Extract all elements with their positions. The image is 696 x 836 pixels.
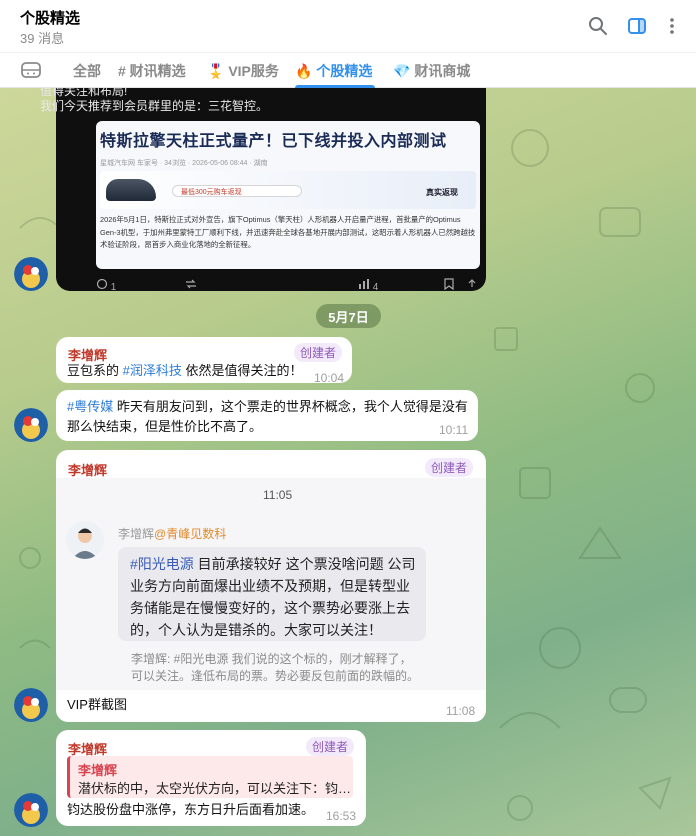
repost-icon[interactable] — [184, 278, 198, 293]
article-meta: 星城汽车网 车家号 · 34浏览 · 2026-05-06 08:44 · 湖南 — [100, 160, 268, 167]
message-count: 39 消息 — [20, 31, 65, 46]
banner-search-text: 最低300元购车返现 — [181, 189, 242, 196]
car-image — [106, 179, 156, 201]
views-icon — [359, 279, 369, 289]
chat-header: 个股精选 39 消息 — [0, 0, 696, 52]
creator-badge: 创建者 — [425, 458, 474, 477]
tab-news-picks[interactable]: # 财讯精选 — [118, 61, 186, 81]
avatar[interactable] — [14, 408, 48, 442]
message-time: 10:04 — [314, 371, 345, 385]
message-text: 钧达股份盘中涨停，东方日升后面看加速。 — [67, 802, 315, 817]
message-time: 10:11 — [439, 423, 469, 437]
quoted-message-text: #阳光电源 目前承接较好 这个票没啥问题 公司业务方向前面爆出业绩不及预期，但是… — [130, 553, 420, 641]
sender-name[interactable]: 李增辉 — [68, 460, 107, 479]
more-menu-icon[interactable] — [658, 12, 686, 40]
message-text: 豆包系的 #润泽科技 依然是值得关注的！ — [67, 361, 302, 381]
banner-brand-text: 真实返现 — [426, 188, 458, 197]
author-photo — [66, 521, 104, 559]
avatar[interactable] — [14, 688, 48, 722]
reply-quote-author: 李增辉 — [78, 763, 118, 778]
chat-title[interactable]: 个股精选 — [20, 7, 80, 28]
forward-author: 李增辉@青峰见数科 — [118, 525, 226, 542]
message-list[interactable]: 值得关注和布局! 我们今天推荐到会员群里的是：三花智控。 特斯拉擎天柱正式量产！… — [0, 88, 696, 836]
tab-stock-picks[interactable]: 🔥 个股精选 — [295, 61, 372, 81]
reply-count[interactable]: 1 — [96, 278, 116, 293]
date-divider: 5月7日 — [316, 304, 381, 328]
search-icon[interactable] — [584, 12, 612, 40]
post-text-line2: 我们今天推荐到会员群里的是：三花智控。 — [40, 99, 269, 113]
hashtag-link: #阳光电源 — [130, 556, 194, 572]
views-count: 4 — [358, 278, 378, 293]
share-icon[interactable] — [466, 278, 478, 293]
topic-tabs: 全部 # 财讯精选 🎖️ VIP服务 🔥 个股精选 💎 财讯商城 — [0, 52, 696, 88]
creator-badge: 创建者 — [306, 737, 355, 756]
message-text: #粤传媒 昨天有朋友问到，这个票走的世界杯概念，我个人觉得是没有那么快结束，但是… — [67, 397, 471, 437]
views-count-label: 4 — [372, 282, 379, 293]
tab-news-mall[interactable]: 💎 财讯商城 — [393, 61, 470, 81]
sidebar-toggle-icon[interactable] — [623, 12, 651, 40]
comment-icon — [96, 278, 108, 290]
article-body: 2026年5月1日，特斯拉正式对外宣告，旗下Optimus（擎天柱）人形机器人开… — [100, 215, 476, 249]
reply-count-label: 1 — [110, 282, 117, 293]
article-screenshot[interactable]: 特斯拉擎天柱正式量产！已下线并投入内部测试 星城汽车网 车家号 · 34浏览 ·… — [96, 121, 480, 269]
forward-author-name: 李增辉 — [118, 527, 155, 541]
tab-all[interactable]: 全部 — [73, 61, 101, 81]
image-caption: VIP群截图 — [67, 697, 127, 712]
message-text-suffix: 依然是值得关注的！ — [181, 363, 303, 378]
avatar[interactable] — [14, 793, 48, 827]
tab-vip-service[interactable]: 🎖️ VIP服务 — [207, 61, 279, 81]
creator-badge: 创建者 — [294, 343, 343, 362]
hashtag-link[interactable]: #润泽科技 — [123, 363, 182, 378]
quoted-sub-text: 李增辉: #阳光电源 我们说的这个标的，刚才解释了，可以关注。逢低布局的票。势必… — [131, 652, 420, 683]
message-text-body: 昨天有朋友问到，这个票走的世界杯概念，我个人觉得是没有那么快结束，但是性价比不高… — [67, 399, 468, 434]
reply-quote-text: 潜伏标的中，太空光伏方向，可以关注下：钧… — [78, 781, 352, 796]
message-time: 16:53 — [326, 809, 357, 823]
folder-icon[interactable] — [20, 60, 42, 85]
hashtag-link[interactable]: #粤传媒 — [67, 399, 113, 414]
message-text-prefix: 豆包系的 — [67, 363, 123, 378]
avatar[interactable] — [14, 257, 48, 291]
bookmark-icon[interactable] — [444, 278, 454, 293]
forward-author-org: @青峰见数科 — [154, 527, 227, 541]
article-title: 特斯拉擎天柱正式量产！已下线并投入内部测试 — [100, 133, 447, 150]
message-time: 11:08 — [446, 704, 476, 718]
screenshot-timestamp: 11:05 — [263, 488, 293, 502]
banner-search-box: 最低300元购车返现 — [172, 185, 302, 197]
